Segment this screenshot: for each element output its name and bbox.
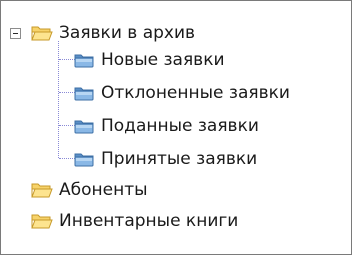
- blue-folder-icon: [73, 150, 95, 168]
- blue-folder-icon: [73, 51, 95, 69]
- tree-node-archive[interactable]: Заявки в архив: [31, 21, 197, 45]
- tree-node-label: Отклоненные заявки: [101, 83, 290, 103]
- tree-node-inventory-books[interactable]: Инвентарные книги: [31, 209, 240, 233]
- open-folder-icon: [31, 181, 53, 199]
- tree-node-label: Абоненты: [59, 180, 148, 200]
- tree-node-accepted-requests[interactable]: Принятые заявки: [73, 147, 259, 171]
- blue-folder-icon: [73, 84, 95, 102]
- folder-tree: Заявки в архив Новые заявки Отклоненные …: [0, 0, 352, 255]
- tree-node-label: Принятые заявки: [101, 149, 258, 169]
- tree-node-new-requests[interactable]: Новые заявки: [73, 48, 227, 72]
- blue-folder-icon: [73, 117, 95, 135]
- tree-node-subscribers[interactable]: Абоненты: [31, 178, 150, 202]
- tree-node-label: Заявки в архив: [59, 23, 196, 43]
- tree-node-submitted-requests[interactable]: Поданные заявки: [73, 114, 261, 138]
- tree-node-label: Поданные заявки: [101, 116, 259, 136]
- open-folder-icon: [31, 212, 53, 230]
- tree-node-label: Инвентарные книги: [59, 211, 239, 231]
- collapse-toggle-icon[interactable]: [10, 28, 21, 39]
- tree-node-label: Новые заявки: [101, 50, 225, 70]
- open-folder-icon: [31, 24, 53, 42]
- tree-node-rejected-requests[interactable]: Отклоненные заявки: [73, 81, 292, 105]
